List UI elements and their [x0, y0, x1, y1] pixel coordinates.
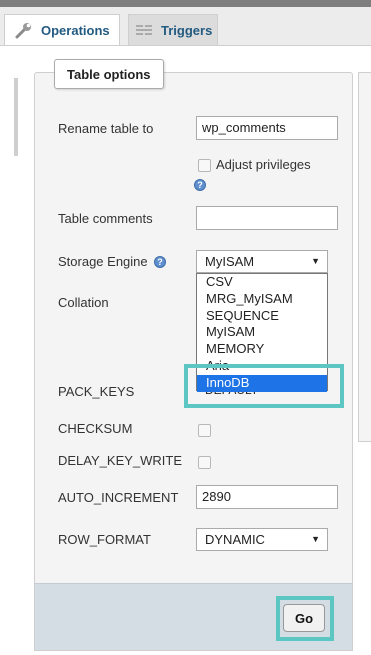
checksum-checkbox[interactable]: [198, 424, 211, 437]
rename-table-label: Rename table to: [58, 121, 154, 136]
row-format-label: ROW_FORMAT: [58, 532, 151, 547]
storage-engine-help-icon[interactable]: ?: [154, 256, 166, 268]
row-format-select[interactable]: DYNAMIC ▼: [196, 528, 328, 551]
delay-key-write-checkbox[interactable]: [198, 456, 211, 469]
delay-key-write-label: DELAY_KEY_WRITE: [58, 453, 183, 468]
table-comments-input[interactable]: [196, 206, 338, 230]
adjust-privileges-label: Adjust privileges: [216, 157, 311, 172]
option-csv[interactable]: CSV: [197, 274, 327, 291]
fieldset-legend: Table options: [54, 59, 164, 89]
option-memory[interactable]: MEMORY: [197, 341, 327, 358]
triggers-icon: [135, 23, 153, 37]
storage-engine-select[interactable]: MyISAM ▼: [196, 250, 328, 273]
collation-label: Collation: [58, 295, 109, 310]
option-mrg-myisam[interactable]: MRG_MyISAM: [197, 291, 327, 308]
tab-triggers[interactable]: Triggers: [128, 14, 218, 45]
right-panel-edge: [358, 72, 371, 442]
left-panel-edge: [14, 78, 18, 156]
chevron-down-icon: ▼: [311, 256, 320, 266]
auto-increment-input[interactable]: 2890: [196, 485, 338, 509]
option-myisam[interactable]: MyISAM: [197, 324, 327, 341]
table-comments-label: Table comments: [58, 211, 153, 226]
tab-operations[interactable]: Operations: [4, 14, 120, 45]
row-format-value: DYNAMIC: [205, 532, 265, 547]
wrench-icon: [15, 21, 33, 39]
help-icon[interactable]: ?: [194, 179, 206, 191]
tab-operations-label: Operations: [41, 22, 110, 38]
go-highlight-box: [276, 596, 334, 641]
innodb-highlight-box: [184, 364, 344, 408]
rename-table-input[interactable]: wp_comments: [196, 116, 338, 140]
adjust-privileges-checkbox[interactable]: [198, 159, 211, 172]
pack-keys-label: PACK_KEYS: [58, 384, 135, 399]
auto-increment-label: AUTO_INCREMENT: [58, 490, 179, 505]
storage-engine-label: Storage Engine: [58, 254, 148, 269]
tab-triggers-label: Triggers: [161, 22, 213, 38]
top-bar: [0, 0, 371, 7]
storage-engine-value: MyISAM: [205, 254, 255, 269]
option-sequence[interactable]: SEQUENCE: [197, 308, 327, 325]
tab-bar: Operations Triggers: [0, 7, 371, 46]
chevron-down-icon: ▼: [311, 534, 320, 544]
checksum-label: CHECKSUM: [58, 421, 133, 436]
